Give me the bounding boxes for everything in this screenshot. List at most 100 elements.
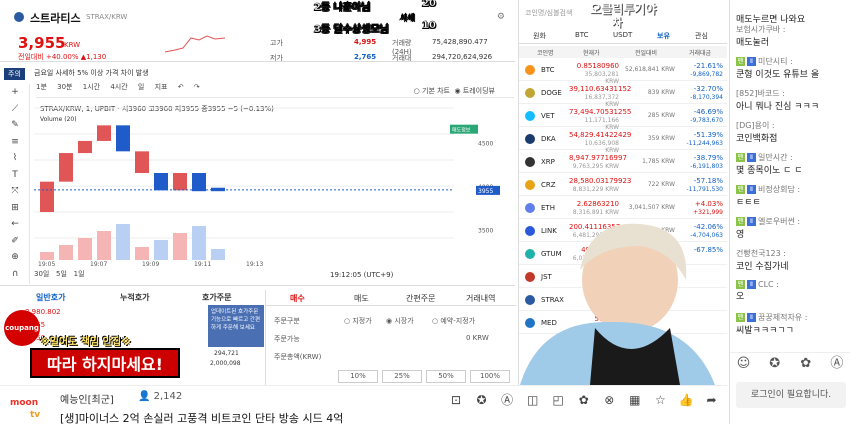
subscriber-badge-icon: Ⅱ bbox=[747, 185, 756, 194]
interval-30m-button[interactable]: 30분 bbox=[57, 83, 72, 91]
chat-username[interactable]: 팬 Ⅱ CLC : bbox=[736, 280, 850, 289]
chat-username[interactable]: [DG]용이 : bbox=[736, 120, 850, 131]
stream-video[interactable]: 스트라티스 STRAX/KRW 3,955 KRW 전일대비 +40.00% ▲… bbox=[0, 0, 727, 385]
pct-50-button[interactable]: 50% bbox=[426, 370, 466, 383]
coupang-logo[interactable]: coupang bbox=[4, 310, 40, 346]
quiz-icon[interactable]: ⊗ bbox=[601, 392, 617, 408]
coin-change-amt: -11,244,963 bbox=[686, 140, 723, 147]
volume-bar bbox=[97, 231, 111, 260]
range-5d-button[interactable]: 5일 bbox=[56, 270, 67, 278]
text-tool-icon[interactable]: T bbox=[0, 167, 30, 184]
magnet-icon[interactable]: ∩ bbox=[0, 266, 30, 283]
candle bbox=[78, 140, 92, 154]
forward-icon[interactable]: ➦ bbox=[703, 392, 719, 408]
chat-username[interactable]: 팬 Ⅱ 꿈꿍제적자유 : bbox=[736, 312, 850, 323]
tab-favorites[interactable]: 관심 bbox=[695, 31, 708, 41]
tab-btc[interactable]: BTC bbox=[575, 31, 589, 39]
market-row-dka[interactable]: DKA 54,829.41422429 10,636,908 KRW 359 KRW -… bbox=[519, 129, 727, 154]
zoom-icon[interactable]: ⊕ bbox=[0, 249, 30, 266]
interval-1h-button[interactable]: 1시간 bbox=[83, 83, 100, 91]
pattern-tool-icon[interactable]: ⌇ bbox=[0, 150, 30, 167]
ad-balloon-icon[interactable]: Ⓐ bbox=[823, 353, 850, 375]
gift-icon[interactable]: ✿ bbox=[576, 392, 592, 408]
tab-book-order[interactable]: 호가주문 bbox=[202, 292, 231, 303]
pct-10-button[interactable]: 10% bbox=[338, 370, 378, 383]
order-tooltip: 업데이트된 호가주문 기능으로 빠르고 간편하게 주문해 보세요 bbox=[208, 305, 264, 347]
chat-username[interactable]: 보험시가쿠바 : bbox=[736, 24, 850, 35]
emoji-icon[interactable]: ☺ bbox=[730, 353, 757, 375]
tab-sell[interactable]: 매도 bbox=[354, 293, 369, 304]
settings-gear-icon[interactable]: ⚙ bbox=[497, 12, 505, 22]
fan-badge-icon: 팬 bbox=[736, 153, 745, 162]
tab-holdings[interactable]: 보유 bbox=[657, 31, 670, 41]
star-icon[interactable]: ✪ bbox=[761, 353, 788, 375]
chat-text: 아니 뭐나 진심 ㅋㅋㅋ bbox=[736, 102, 820, 112]
pct-25-button[interactable]: 25% bbox=[382, 370, 422, 383]
drawing-tools: + ⟋ ✎ ≡ ⌇ T ⤧ ⊞ ← ✐ ⊕ ∩ bbox=[0, 84, 30, 284]
limit-radio[interactable]: ○ 지정가 bbox=[344, 316, 372, 326]
gift-icon[interactable]: ✿ bbox=[792, 353, 819, 375]
tab-cumulative-book[interactable]: 누적호가 bbox=[120, 292, 149, 303]
chart-mode-toggle[interactable]: ○ 기본 차트 ◉ 트레이딩뷰 bbox=[414, 86, 495, 96]
time-tick: 19:07 bbox=[90, 261, 107, 268]
candlestick-chart[interactable]: 4500400039553500매도정보 19:0519:0719:0919:1… bbox=[34, 100, 512, 268]
arrow-tool-icon[interactable]: ← bbox=[0, 216, 30, 233]
range-30d-button[interactable]: 30일 bbox=[34, 270, 49, 278]
tab-buy[interactable]: 매수 bbox=[290, 293, 305, 304]
channel-name[interactable]: 예능인[최군] bbox=[60, 391, 114, 406]
chat-username[interactable]: 팬 Ⅱ 미단시티 : bbox=[736, 56, 850, 67]
chat-username[interactable]: [852]바코드 : bbox=[736, 88, 850, 99]
measure-tool-icon[interactable]: ⤧ bbox=[0, 183, 30, 200]
market-row-crz[interactable]: CRZ 28,580.03179923 8,831,229 KRW 722 KRW -5… bbox=[519, 175, 727, 196]
sticker-icon[interactable]: ◫ bbox=[525, 392, 541, 408]
ruler-tool-icon[interactable]: ⊞ bbox=[0, 200, 30, 217]
coin-pair: STRAX/KRW bbox=[86, 13, 128, 21]
tab-normal-book[interactable]: 일반호가 bbox=[36, 292, 65, 303]
indicator-button[interactable]: 지표 bbox=[155, 83, 168, 91]
pen-tool-icon[interactable]: ✐ bbox=[0, 233, 30, 250]
tradingview-radio[interactable]: ◉ bbox=[452, 87, 463, 95]
share-icon[interactable]: ⊡ bbox=[448, 392, 464, 408]
tab-history[interactable]: 거래내역 bbox=[466, 293, 495, 304]
basic-chart-radio[interactable]: ○ bbox=[414, 87, 422, 95]
volume-bar bbox=[40, 252, 54, 260]
market-row-xrp[interactable]: XRP 8,947.97716997 9,763,295 KRW 1,785 KRW -… bbox=[519, 152, 727, 173]
chat-username[interactable]: 팬 Ⅱ 일만시간 : bbox=[736, 152, 850, 163]
chat-text: 영 bbox=[736, 230, 745, 240]
favorite-icon[interactable]: ☆ bbox=[652, 392, 668, 408]
clip-icon[interactable]: ◰ bbox=[550, 392, 566, 408]
chat-username[interactable]: 팬 Ⅱ 비정상회담 : bbox=[736, 184, 850, 195]
range-1d-button[interactable]: 1일 bbox=[74, 270, 85, 278]
chat-username[interactable]: 건빵천국123 : bbox=[736, 248, 850, 259]
redo-button[interactable]: ↷ bbox=[194, 83, 200, 91]
coin-icon bbox=[525, 157, 535, 167]
volume-bar bbox=[116, 224, 130, 260]
tab-krw[interactable]: 원화 bbox=[533, 31, 546, 41]
channel-logo[interactable]: moon tv bbox=[8, 392, 54, 420]
reserve-radio[interactable]: ○ 예약-지정가 bbox=[432, 316, 475, 326]
chat-username[interactable]: 팬 Ⅱ 엘로우버썬 : bbox=[736, 216, 850, 227]
interval-1m-button[interactable]: 1분 bbox=[36, 83, 47, 91]
order-type-label: 주문구분 bbox=[274, 317, 300, 325]
chat-login-prompt[interactable]: 로그인이 필요합니다. bbox=[736, 382, 846, 408]
market-radio[interactable]: ◉ 시장가 bbox=[386, 316, 414, 326]
market-row-btc[interactable]: BTC 0.85180960 35,803,281 KRW 52,618,841 KR… bbox=[519, 60, 727, 85]
interval-day-button[interactable]: 일 bbox=[138, 83, 144, 91]
coin-holding: 8,947.97716997 bbox=[569, 154, 627, 162]
calendar-icon[interactable]: ▦ bbox=[627, 392, 643, 408]
brush-tool-icon[interactable]: ✎ bbox=[0, 117, 30, 134]
like-icon[interactable]: 👍 bbox=[678, 392, 694, 408]
fib-tool-icon[interactable]: ≡ bbox=[0, 134, 30, 151]
tab-easy-order[interactable]: 간편주문 bbox=[406, 293, 435, 304]
coin-holding: 2.62863210 bbox=[576, 200, 619, 208]
star-badge-icon[interactable]: ✪ bbox=[474, 392, 490, 408]
crosshair-icon[interactable]: + bbox=[0, 84, 30, 101]
market-row-vet[interactable]: VET 73,494.70531255 11,171,166 KRW 285 KRW -… bbox=[519, 106, 727, 131]
line-tool-icon[interactable]: ⟋ bbox=[0, 101, 30, 118]
ad-icon[interactable]: Ⓐ bbox=[499, 392, 515, 408]
interval-4h-button[interactable]: 4시간 bbox=[110, 83, 127, 91]
coin-icon bbox=[525, 88, 535, 98]
tab-usdt[interactable]: USDT bbox=[613, 31, 632, 39]
undo-button[interactable]: ↶ bbox=[178, 83, 184, 91]
market-row-doge[interactable]: DOGE 39,110.63431152 16,837,372 KRW 839 KRW… bbox=[519, 83, 727, 108]
